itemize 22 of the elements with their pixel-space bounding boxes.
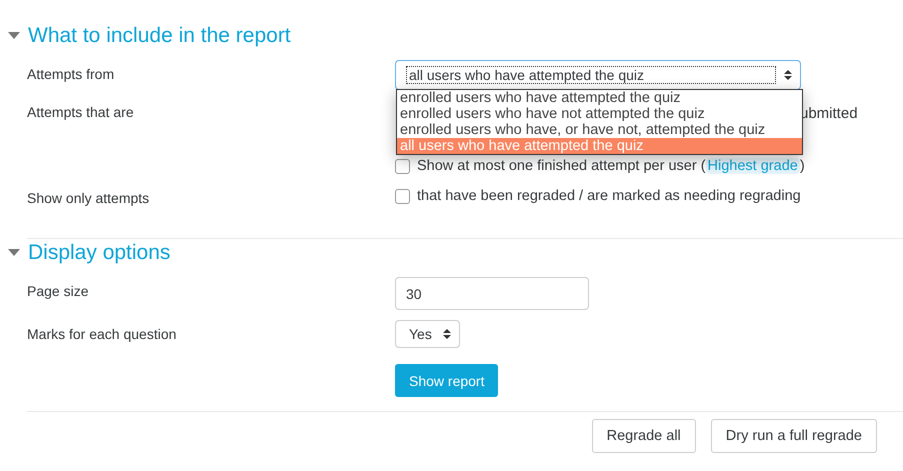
regrade-button[interactable]: Dry run a full regrade <box>710 419 877 453</box>
collapse-icon[interactable] <box>8 32 20 40</box>
field-label: Attempts that are <box>27 104 134 120</box>
field-label: Marks for each question <box>27 326 176 342</box>
dropdown-select[interactable]: Yes <box>395 320 460 348</box>
sort-arrows-icon <box>442 328 451 340</box>
page-size-field[interactable]: 30 <box>395 277 589 310</box>
checkbox-label: that have been regraded / are marked as needing regrading <box>417 188 801 204</box>
regrade-button[interactable]: Regrade all <box>592 419 696 453</box>
sort-arrows-icon <box>784 69 792 81</box>
checkbox[interactable] <box>395 158 410 174</box>
checkbox-label: Show at most one finished attempt per user ( <box>417 158 706 174</box>
dropdown-option[interactable]: enrolled users who have not attempted the quiz <box>397 106 802 122</box>
dropdown-option[interactable]: enrolled users who have attempted the quiz <box>397 90 802 106</box>
checkbox-label: ) <box>800 158 805 174</box>
field-label: Page size <box>27 283 88 299</box>
field-label: Show only attempts <box>27 190 150 206</box>
dropdown-select[interactable]: all users who have attempted the quiz <box>395 60 801 90</box>
dropdown-option[interactable]: enrolled users who have, or have not, attempted the quiz <box>397 122 802 138</box>
checkbox[interactable] <box>395 188 410 204</box>
field-label: Attempts from <box>27 66 114 82</box>
collapse-icon[interactable] <box>8 249 20 257</box>
